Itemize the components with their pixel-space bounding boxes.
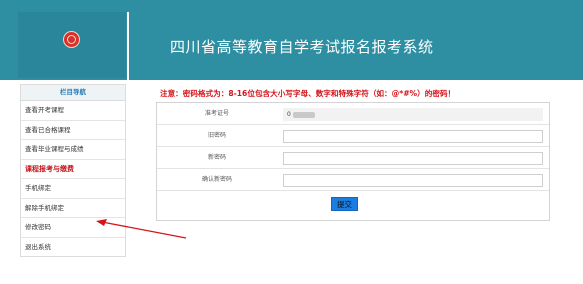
- annotation-arrow-icon: [96, 219, 187, 239]
